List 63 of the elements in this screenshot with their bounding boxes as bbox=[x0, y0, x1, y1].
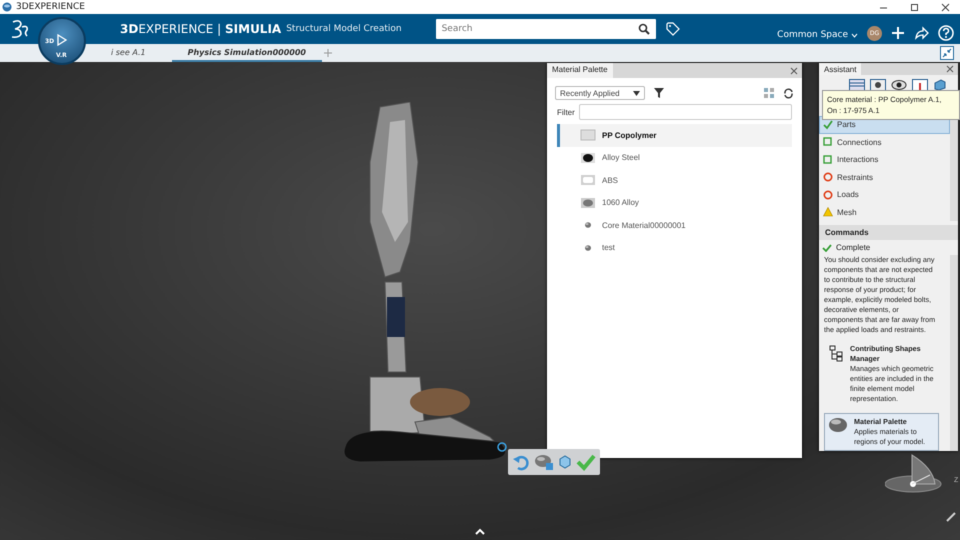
square-icon bbox=[823, 137, 833, 148]
refresh-icon[interactable] bbox=[783, 88, 794, 98]
check-icon bbox=[822, 244, 832, 252]
panel-title: Material Palette bbox=[547, 63, 613, 78]
filter-icon[interactable] bbox=[653, 87, 665, 99]
search-field[interactable]: Search bbox=[436, 19, 656, 39]
workflow-step[interactable]: Loads bbox=[819, 186, 950, 204]
material-item[interactable]: ABS bbox=[557, 169, 792, 192]
workflow-step[interactable]: Connections bbox=[819, 134, 950, 151]
help-icon[interactable] bbox=[938, 25, 954, 41]
material-item[interactable]: Core Material00000001 bbox=[557, 214, 792, 236]
play-icon[interactable] bbox=[56, 34, 67, 46]
section-header: Commands bbox=[819, 225, 958, 240]
circle-icon bbox=[823, 172, 833, 182]
space-selector[interactable]: Common Space bbox=[777, 30, 848, 40]
cube-icon[interactable] bbox=[558, 455, 572, 469]
material-item[interactable]: Alloy Steel bbox=[557, 146, 792, 169]
check-icon bbox=[823, 120, 833, 130]
workflow-step[interactable]: Mesh bbox=[819, 204, 950, 221]
window-title: 3DEXPERIENCE bbox=[16, 2, 85, 12]
material-swatch-icon bbox=[580, 173, 596, 188]
tree-icon bbox=[828, 344, 844, 362]
material-swatch-icon bbox=[580, 128, 596, 142]
material-swatch-icon bbox=[580, 150, 596, 165]
square-icon bbox=[823, 154, 833, 165]
material-item[interactable]: PP Copolymer bbox=[557, 124, 792, 146]
status-label: Complete bbox=[836, 243, 870, 252]
workflow-step[interactable]: Interactions bbox=[819, 151, 950, 168]
material-icon bbox=[828, 417, 848, 433]
check-icon[interactable] bbox=[576, 453, 596, 471]
filter-field[interactable] bbox=[578, 104, 792, 120]
plus-icon[interactable] bbox=[891, 26, 905, 40]
chevron-down-icon[interactable] bbox=[851, 32, 858, 38]
dropdown-arrow-icon bbox=[633, 90, 640, 96]
table-icon[interactable] bbox=[849, 78, 865, 90]
material-item[interactable]: test bbox=[557, 236, 792, 259]
eye-panel-icon[interactable] bbox=[870, 78, 886, 90]
filter-label: Filter bbox=[557, 108, 575, 116]
filter-dropdown[interactable]: Recently Applied bbox=[555, 86, 645, 100]
collapse-icon[interactable] bbox=[940, 46, 954, 60]
material-swatch-icon bbox=[580, 196, 596, 210]
chevron-up-icon[interactable] bbox=[475, 528, 485, 535]
share-arrow-icon[interactable] bbox=[914, 26, 929, 40]
app-title: 3DEXPERIENCE | SIMULIA bbox=[120, 22, 282, 36]
tag-icon[interactable] bbox=[666, 22, 680, 36]
close-icon[interactable] bbox=[941, 2, 950, 12]
circle-icon bbox=[823, 190, 833, 200]
panel-title: Assistant bbox=[819, 63, 862, 75]
close-icon[interactable] bbox=[946, 64, 954, 73]
warning-icon bbox=[823, 207, 833, 218]
chart-icon[interactable] bbox=[912, 78, 928, 90]
app-logo-icon bbox=[2, 2, 12, 12]
close-icon[interactable] bbox=[790, 66, 798, 74]
search-icon[interactable] bbox=[638, 23, 650, 35]
apply-material-icon[interactable] bbox=[534, 453, 554, 471]
brand-logo-icon[interactable] bbox=[10, 19, 30, 39]
resize-icon[interactable] bbox=[946, 512, 956, 522]
maximize-icon[interactable] bbox=[910, 2, 919, 12]
material-item[interactable]: 1060 Alloy bbox=[557, 192, 792, 214]
tab[interactable]: i see A.1 bbox=[95, 44, 172, 62]
app-subtitle: Structural Model Creation bbox=[286, 24, 402, 34]
workflow-step[interactable]: Restraints bbox=[819, 168, 950, 186]
eye-icon[interactable] bbox=[891, 78, 907, 90]
